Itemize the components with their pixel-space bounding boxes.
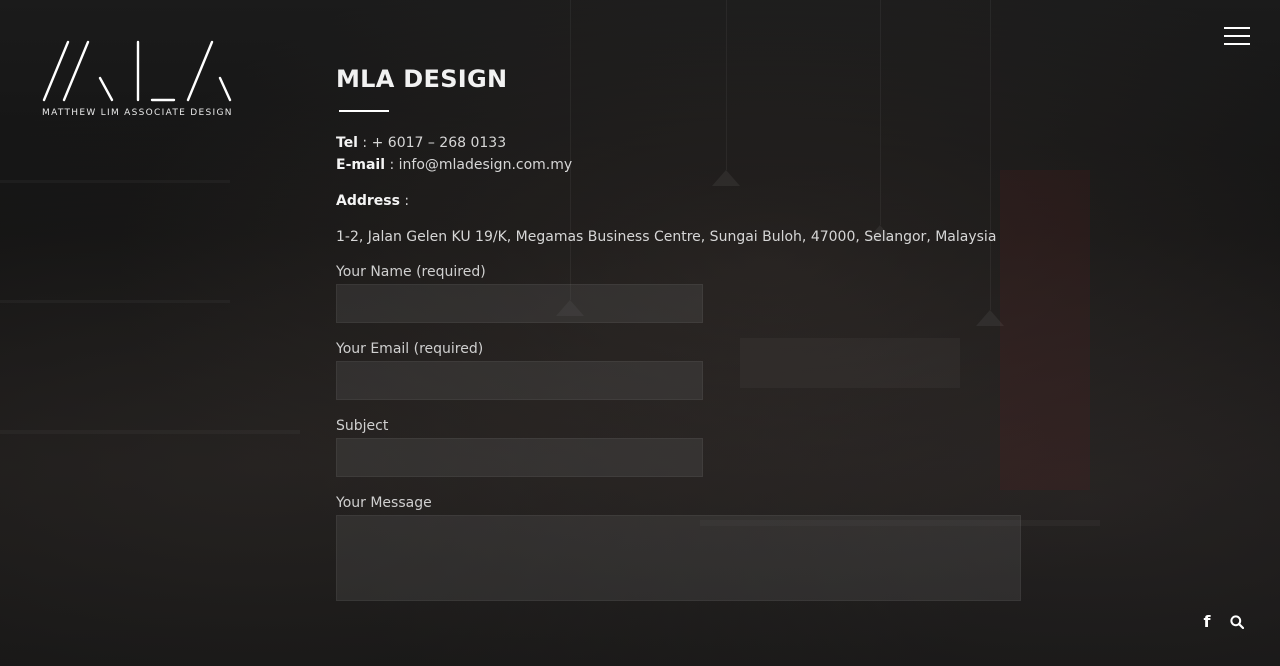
contact-section: MLA DESIGN Tel : + 6017 – 268 0133 E-mai…: [336, 62, 1036, 601]
contact-form: Your Name (required) Your Email (require…: [336, 262, 1036, 601]
phone-label: Tel: [336, 135, 358, 151]
phone-value: : + 6017 – 268 0133: [357, 135, 507, 151]
message-label: Your Message: [336, 495, 432, 511]
address-value: 1-2, Jalan Gelen KU 19/K, Megamas Busine…: [336, 229, 997, 245]
address-separator: :: [399, 193, 410, 209]
email-value[interactable]: : info@mladesign.com.my: [385, 157, 572, 173]
mla-logo-mark: [42, 40, 232, 102]
message-field[interactable]: [336, 515, 1021, 601]
subject-field[interactable]: [336, 438, 703, 477]
social-links: f: [1200, 612, 1244, 632]
email-field[interactable]: [336, 361, 703, 400]
name-field[interactable]: [336, 284, 703, 323]
name-label: Your Name (required): [336, 264, 486, 280]
email-field-label: Your Email (required): [336, 341, 484, 357]
email-label: E-mail: [336, 157, 386, 173]
subject-label: Subject: [336, 418, 389, 434]
search-icon: [1230, 615, 1244, 629]
logo[interactable]: MATTHEW LIM ASSOCIATE DESIGN: [42, 40, 236, 118]
page: MATTHEW LIM ASSOCIATE DESIGN MLA DESIGN …: [0, 0, 1280, 666]
contact-phone-email: Tel : + 6017 – 268 0133 E-mail : info@ml…: [336, 132, 1036, 176]
facebook-icon: f: [1203, 612, 1211, 631]
address-heading-line: Address :: [336, 190, 1036, 212]
facebook-link[interactable]: f: [1200, 612, 1214, 632]
address-label: Address: [336, 193, 400, 209]
search-button[interactable]: [1230, 612, 1244, 632]
title-underline: [339, 110, 389, 112]
logo-tagline: MATTHEW LIM ASSOCIATE DESIGN: [42, 108, 233, 118]
menu-toggle-button[interactable]: [1224, 26, 1250, 46]
page-title: MLA DESIGN: [336, 65, 508, 93]
phone-line: Tel : + 6017 – 268 0133: [336, 132, 1036, 154]
email-line: E-mail : info@mladesign.com.my: [336, 154, 1036, 176]
hamburger-icon: [1224, 27, 1250, 29]
